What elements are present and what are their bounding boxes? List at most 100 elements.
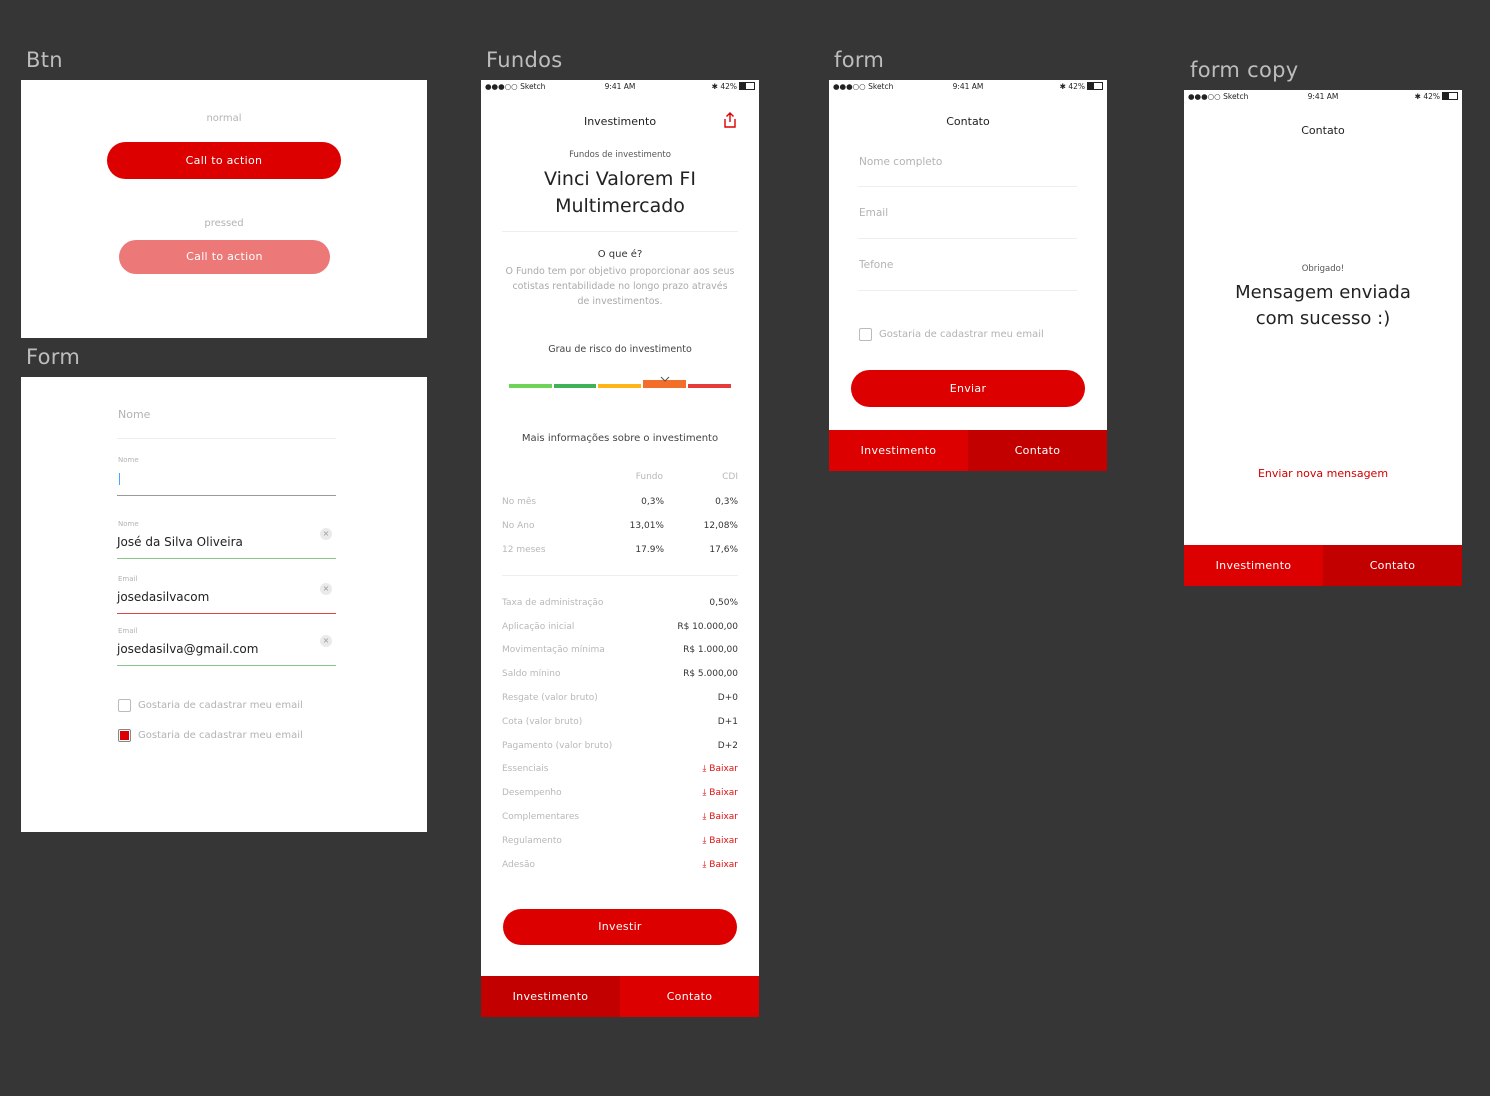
name-field-underline (117, 438, 336, 439)
detail-label: Aplicação inicial (502, 622, 575, 632)
artboard-label-form: Form (26, 345, 81, 369)
call-to-action-label: Call to action (185, 154, 263, 167)
name-input-focused[interactable] (117, 469, 336, 496)
detail-row: Movimentação mínima R$ 1.000,00 (502, 645, 738, 657)
battery-status: ✱ 42% (712, 82, 755, 91)
artboard-label-fundos: Fundos (486, 48, 563, 72)
email-input-valid[interactable]: josedasilva@gmail.com (117, 640, 336, 666)
header-divider (502, 231, 738, 232)
email-input-error-value: josedasilvacom (117, 590, 210, 604)
email-underline (858, 238, 1077, 239)
table-row: No mês 0,3% 0,3% (502, 497, 738, 509)
row-fundo-value: 0,3% (641, 497, 664, 507)
send-button-label: Enviar (949, 382, 987, 395)
email-opt-in-label: Gostaria de cadastrar meu email (879, 329, 1044, 340)
risk-indicator-chevron-icon (659, 369, 671, 382)
tab-investimento[interactable]: Investimento (1184, 545, 1323, 586)
row-cdi-value: 12,08% (703, 521, 738, 531)
more-info-title: Mais informações sobre o investimento (521, 433, 719, 444)
email-opt-in-checkbox-checked[interactable] (118, 729, 131, 742)
download-link[interactable]: ⤓ Baixar (702, 764, 738, 774)
what-is-description: O Fundo tem por objetivo proporcionar ao… (505, 266, 735, 307)
send-button[interactable]: Enviar (851, 370, 1085, 407)
tab-investimento[interactable]: Investimento (829, 430, 968, 471)
detail-row: Taxa de administração 0,50% (502, 598, 738, 610)
table-row: 12 meses 17.9% 17,6% (502, 545, 738, 557)
normal-state-label: normal (206, 113, 242, 124)
download-action: Baixar (709, 836, 738, 846)
tab-bar: Investimento Contato (1184, 545, 1462, 586)
name-placeholder: Nome (118, 408, 151, 421)
name-field-label-filled: Nome (118, 520, 139, 528)
call-to-action-button[interactable]: Call to action (107, 142, 341, 179)
risk-segment-1 (509, 384, 552, 388)
fund-name: Vinci Valorem FI Multimercado (481, 166, 759, 220)
download-link[interactable]: ⤓ Baixar (702, 860, 738, 870)
phone-field[interactable]: Tefone (859, 259, 893, 271)
detail-row: Aplicação inicial R$ 10.000,00 (502, 622, 738, 634)
clear-email-valid-icon[interactable]: × (320, 635, 332, 647)
detail-label: Saldo mínino (502, 669, 561, 679)
row-cdi-value: 17,6% (709, 545, 738, 555)
success-message-line-1: Mensagem enviada (1235, 282, 1411, 303)
download-link[interactable]: ⤓ Baixar (702, 788, 738, 798)
risk-segment-2 (554, 384, 596, 388)
battery-icon (1087, 82, 1103, 90)
battery-status: ✱ 42% (1060, 82, 1103, 91)
download-label: Desempenho (502, 788, 562, 798)
detail-value: D+0 (717, 693, 738, 703)
email-opt-in-checkbox-unchecked[interactable] (118, 699, 131, 712)
battery-text: ✱ 42% (1414, 92, 1440, 101)
form-artboard: Nome Nome Nome José da Silva Oliveira × … (21, 377, 427, 832)
name-input-valid[interactable]: José da Silva Oliveira (117, 533, 336, 559)
download-row: Desempenho ⤓ Baixar (502, 788, 738, 800)
download-action: Baixar (709, 788, 738, 798)
call-to-action-pressed-label: Call to action (186, 250, 263, 263)
detail-value: R$ 1.000,00 (683, 645, 738, 655)
detail-value: 0,50% (709, 598, 738, 608)
battery-status: ✱ 42% (1415, 92, 1458, 101)
detail-value: D+1 (717, 717, 738, 727)
tab-investimento[interactable]: Investimento (481, 976, 620, 1017)
clear-name-icon[interactable]: × (320, 528, 332, 540)
send-new-message-link[interactable]: Enviar nova mensagem (1184, 467, 1462, 480)
download-link[interactable]: ⤓ Baixar (702, 812, 738, 822)
detail-value: D+2 (717, 741, 738, 751)
performance-header-row: Fundo CDI (502, 472, 738, 484)
tab-contato[interactable]: Contato (1323, 545, 1462, 586)
download-label: Adesão (502, 860, 535, 870)
email-field[interactable]: Email (859, 207, 888, 219)
clear-email-error-icon[interactable]: × (320, 583, 332, 595)
row-cdi-value: 0,3% (715, 497, 738, 507)
page-title: Investimento (583, 115, 657, 128)
download-action: Baixar (709, 764, 738, 774)
full-name-field[interactable]: Nome completo (859, 156, 942, 168)
download-action: Baixar (709, 860, 738, 870)
risk-title: Grau de risco do investimento (548, 344, 692, 355)
share-icon[interactable] (721, 111, 739, 129)
row-label: No mês (502, 497, 537, 507)
call-to-action-button-pressed[interactable]: Call to action (119, 240, 330, 274)
download-action: Baixar (709, 812, 738, 822)
battery-text: ✱ 42% (1059, 82, 1085, 91)
download-label: Regulamento (502, 836, 562, 846)
email-input-error[interactable]: josedasilvacom (117, 588, 336, 614)
email-opt-in-checkbox[interactable] (859, 328, 872, 341)
status-bar: ●●●○○ Sketch 9:41 AM ✱ 42% (481, 80, 759, 94)
tab-contato[interactable]: Contato (620, 976, 759, 1017)
download-row: Regulamento ⤓ Baixar (502, 836, 738, 848)
invest-button[interactable]: Investir (503, 909, 737, 945)
download-row: Essenciais ⤓ Baixar (502, 764, 738, 776)
download-row: Complementares ⤓ Baixar (502, 812, 738, 824)
column-fundo: Fundo (635, 472, 663, 482)
battery-icon (739, 82, 755, 90)
row-label: 12 meses (502, 545, 546, 555)
risk-segment-3 (598, 384, 641, 388)
download-link[interactable]: ⤓ Baixar (702, 836, 738, 846)
text-cursor (119, 473, 120, 485)
detail-row: Pagamento (valor bruto) D+2 (502, 741, 738, 753)
download-row: Adesão ⤓ Baixar (502, 860, 738, 872)
detail-label: Movimentação mínima (502, 645, 605, 655)
tab-contato[interactable]: Contato (968, 430, 1107, 471)
email-field-label-valid: Email (118, 627, 138, 635)
